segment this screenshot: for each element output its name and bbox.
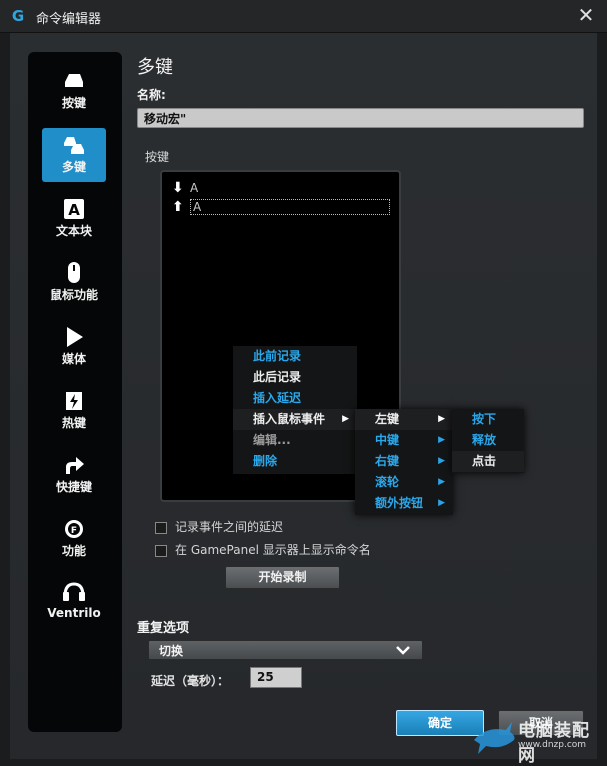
menu-item-label: 滚轮	[375, 475, 400, 489]
start-recording-button[interactable]: 开始录制	[225, 566, 340, 589]
sidebar-item-label: 鼠标功能	[49, 288, 98, 302]
menu-item-record-after[interactable]: 此后记录	[233, 367, 357, 388]
menu-item-label: 额外按钮	[375, 496, 424, 510]
menu-item-label: 左键	[375, 412, 400, 426]
menu-item-label: 插入鼠标事件	[253, 412, 326, 426]
command-type-sidebar: 按键 多键 A 文本块 鼠标功能 媒体 热键 快捷键 F 功能 Ventrilo	[28, 52, 122, 732]
checkbox-label: 在 GamePanel 显示器上显示命令名	[175, 543, 371, 557]
checkbox-label: 记录事件之间的延迟	[175, 520, 284, 534]
checkbox-box[interactable]	[155, 544, 167, 557]
menu-item-record-before[interactable]: 此前记录	[233, 346, 357, 367]
mouse-event-submenu: 左键 ▶ 中键 ▶ 右键 ▶ 滚轮 ▶ 额外按钮 ▶	[355, 409, 453, 515]
submenu-arrow-icon: ▶	[438, 414, 445, 424]
play-icon	[67, 327, 83, 347]
chevron-down-icon	[396, 641, 410, 661]
hotkey-icon	[66, 392, 82, 410]
sidebar-item-label: Ventrilo	[47, 606, 101, 620]
submenu-arrow-icon: ▶	[438, 477, 445, 487]
sidebar-item-keystroke[interactable]: 按键	[42, 64, 106, 118]
sidebar-item-label: 功能	[61, 544, 86, 558]
headset-icon	[63, 582, 85, 601]
repeat-selected-value: 切换	[159, 644, 184, 658]
shortcut-arrow-icon	[66, 457, 84, 474]
svg-text:F: F	[71, 526, 77, 536]
key-event-row[interactable]: ⬇ A	[172, 180, 394, 196]
key-icon	[65, 74, 83, 87]
title-bar: G 命令编辑器 ✕	[0, 0, 607, 33]
sidebar-item-label: 按键	[61, 96, 86, 110]
menu-item-extra-buttons[interactable]: 额外按钮 ▶	[355, 493, 453, 514]
mouse-icon	[68, 262, 80, 283]
menu-item-label: 中键	[375, 433, 400, 447]
sidebar-item-function[interactable]: F 功能	[42, 512, 106, 566]
sidebar-item-shortcut[interactable]: 快捷键	[42, 448, 106, 502]
menu-item-insert-mouse-event[interactable]: 插入鼠标事件 ▶	[233, 409, 357, 430]
submenu-arrow-icon: ▶	[438, 456, 445, 466]
menu-item-delete[interactable]: 删除	[233, 451, 357, 472]
sidebar-item-ventrilo[interactable]: Ventrilo	[42, 576, 106, 630]
menu-item-click[interactable]: 点击	[452, 451, 524, 472]
key-name: A	[190, 199, 390, 215]
menu-item-press[interactable]: 按下	[452, 409, 524, 430]
delay-field[interactable]: 25	[250, 667, 302, 688]
menu-item-middle-button[interactable]: 中键 ▶	[355, 430, 453, 451]
left-button-submenu: 按下 释放 点击	[452, 409, 524, 473]
text-block-icon: A	[64, 199, 84, 219]
sidebar-item-label: 媒体	[61, 352, 86, 366]
sidebar-item-label: 快捷键	[55, 480, 92, 494]
logitech-g-logo-icon: G	[11, 7, 25, 25]
sidebar-item-multikey[interactable]: 多键	[42, 128, 106, 182]
window-title: 命令编辑器	[36, 12, 102, 27]
ok-button[interactable]: 确定	[396, 710, 484, 736]
menu-item-release[interactable]: 释放	[452, 430, 524, 451]
sidebar-item-text-block[interactable]: A 文本块	[42, 192, 106, 246]
menu-item-label: 右键	[375, 454, 400, 468]
submenu-arrow-icon: ▶	[342, 414, 349, 424]
multi-key-icon	[64, 137, 84, 154]
keys-label: 按键	[145, 150, 170, 164]
menu-item-edit[interactable]: 编辑...	[233, 430, 357, 451]
sidebar-item-mouse-function[interactable]: 鼠标功能	[42, 256, 106, 310]
cancel-button[interactable]: 取消	[498, 710, 584, 736]
arrow-down-icon: ⬇	[172, 180, 184, 196]
sidebar-item-label: 多键	[61, 160, 86, 174]
name-field[interactable]: 移动宏"	[137, 108, 584, 128]
function-gear-icon: F	[65, 520, 83, 538]
page-title: 多键	[137, 57, 173, 78]
arrow-up-icon: ⬆	[172, 199, 184, 215]
sidebar-item-label: 文本块	[55, 224, 92, 238]
menu-item-wheel[interactable]: 滚轮 ▶	[355, 472, 453, 493]
context-menu: 此前记录 此后记录 插入延迟 插入鼠标事件 ▶ 编辑... 删除	[233, 346, 357, 474]
repeat-options-select[interactable]: 切换	[148, 640, 423, 660]
menu-item-insert-delay[interactable]: 插入延迟	[233, 388, 357, 409]
key-event-row[interactable]: ⬆ A	[172, 199, 394, 215]
svg-text:A: A	[68, 201, 80, 219]
submenu-arrow-icon: ▶	[438, 435, 445, 445]
sidebar-item-media[interactable]: 媒体	[42, 320, 106, 374]
record-delays-checkbox[interactable]: 记录事件之间的延迟	[155, 518, 283, 535]
delay-label: 延迟（毫秒）：	[151, 674, 230, 688]
sidebar-item-hotkey[interactable]: 热键	[42, 384, 106, 438]
menu-item-left-button[interactable]: 左键 ▶	[355, 409, 453, 430]
name-label: 名称:	[137, 88, 166, 102]
key-name: A	[190, 181, 199, 195]
gamepanel-display-checkbox[interactable]: 在 GamePanel 显示器上显示命令名	[155, 541, 371, 558]
checkbox-box[interactable]	[155, 521, 167, 534]
sidebar-item-label: 热键	[61, 416, 86, 430]
menu-item-right-button[interactable]: 右键 ▶	[355, 451, 453, 472]
submenu-arrow-icon: ▶	[438, 498, 445, 508]
repeat-options-label: 重复选项	[137, 621, 190, 636]
close-icon[interactable]: ✕	[575, 4, 597, 26]
